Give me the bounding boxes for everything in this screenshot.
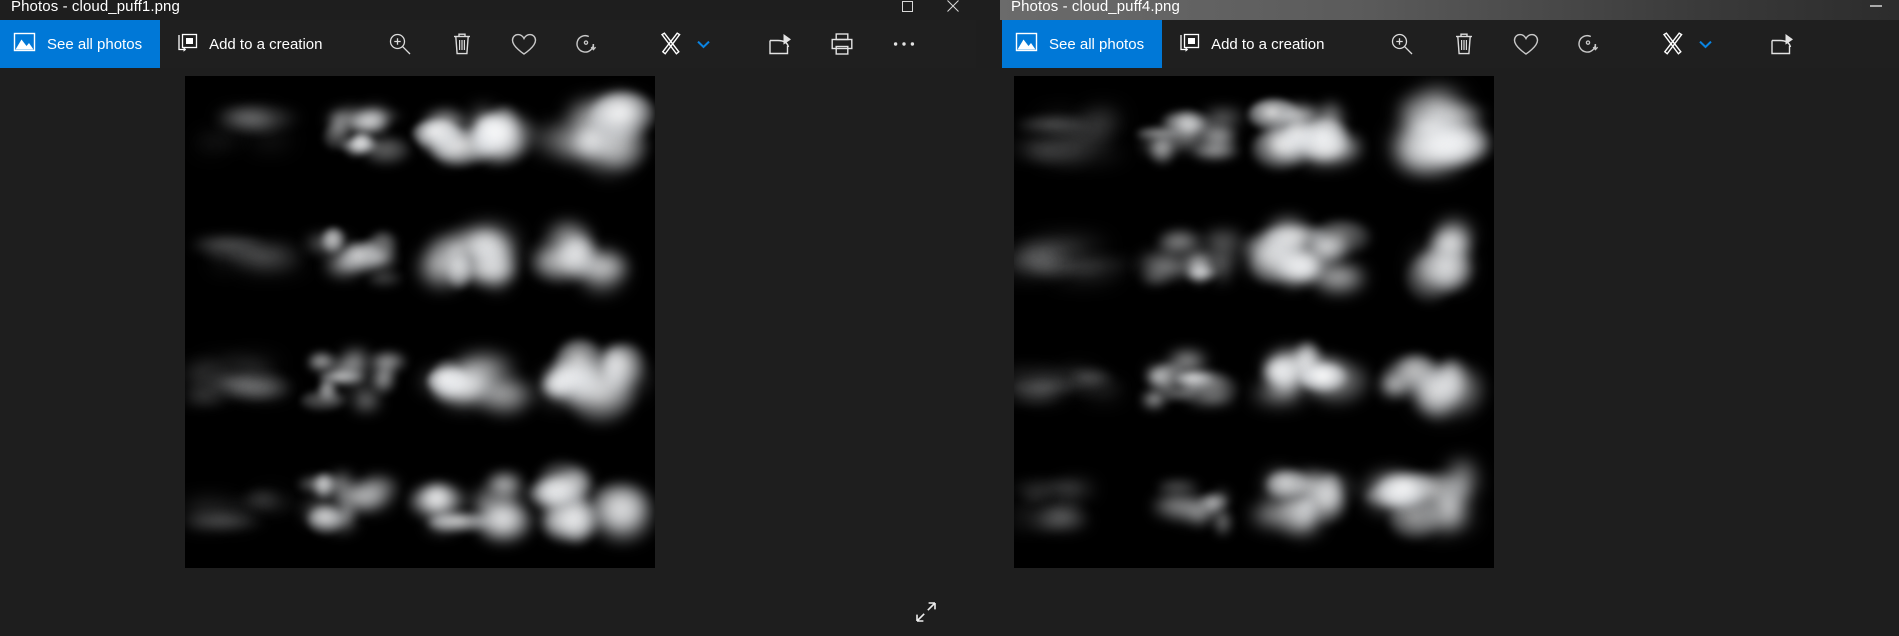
- photos-window-left[interactable]: Photos - cloud_puff1.png See all photos …: [0, 0, 976, 636]
- add-to-creation-icon: [176, 33, 198, 56]
- chevron-down-icon[interactable]: [1691, 20, 1721, 68]
- cloud-brush-thumb: [410, 445, 538, 568]
- cloud-brush-thumb: [537, 322, 656, 445]
- toolbar-spacer-2: [617, 20, 647, 68]
- photo-canvas-right[interactable]: [1000, 68, 1899, 636]
- window-title-right: Photos - cloud_puff4.png: [1011, 0, 1180, 15]
- toolbar-spacer-2: [1619, 20, 1649, 68]
- cloud-brush-thumb: [530, 76, 655, 199]
- cloud-brush-thumb: [185, 76, 303, 199]
- titlebar-left[interactable]: Photos - cloud_puff1.png: [0, 0, 976, 20]
- cloud-brush-thumb: [185, 199, 313, 322]
- cloud-brush-thumb: [527, 445, 656, 568]
- rotate-icon[interactable]: [1557, 20, 1619, 68]
- photos-collection-icon: [13, 32, 36, 55]
- cloud-brush-thumb: [1374, 76, 1494, 199]
- window-controls-right: [1853, 0, 1899, 20]
- heart-icon[interactable]: [1495, 20, 1557, 68]
- cloud-brush-thumb: [303, 199, 421, 322]
- add-to-creation-icon: [1178, 33, 1200, 56]
- cloud-brush-thumb: [1014, 445, 1134, 568]
- photos-window-right[interactable]: Photos - cloud_puff4.png See all photos …: [1000, 0, 1899, 636]
- window-title-left: Photos - cloud_puff1.png: [11, 0, 180, 15]
- cloud-brush-grid-left: [185, 76, 655, 568]
- add-to-creation-label: Add to a creation: [1211, 35, 1325, 53]
- more-options-icon[interactable]: [873, 20, 935, 68]
- add-to-creation-button[interactable]: Add to a creation: [160, 20, 338, 68]
- cloud-brush-thumb: [420, 322, 538, 445]
- print-icon[interactable]: [811, 20, 873, 68]
- delete-icon[interactable]: [1433, 20, 1495, 68]
- cloud-brush-thumb: [298, 445, 421, 568]
- toolbar-left[interactable]: See all photos Add to a creation: [0, 20, 976, 68]
- cloud-brush-thumb: [1134, 322, 1254, 445]
- rotate-icon[interactable]: [555, 20, 617, 68]
- desktop: Photos - cloud_puff1.png See all photos …: [0, 0, 1899, 636]
- add-to-creation-label: Add to a creation: [209, 35, 323, 53]
- maximize-button[interactable]: [884, 0, 930, 20]
- edit-create-icon[interactable]: [1649, 20, 1697, 68]
- photo-canvas-left[interactable]: [0, 68, 976, 636]
- toolbar-spacer-3: [1721, 20, 1751, 68]
- cloud-brush-thumb: [185, 322, 303, 445]
- cloud-brush-thumb: [1134, 445, 1254, 568]
- close-button[interactable]: [930, 0, 976, 20]
- cloud-brush-thumb: [1250, 445, 1374, 568]
- window-controls-left: [884, 0, 976, 20]
- see-all-photos-button[interactable]: See all photos: [0, 20, 161, 68]
- delete-icon[interactable]: [431, 20, 493, 68]
- see-all-photos-label: See all photos: [47, 35, 143, 53]
- see-all-photos-button-right[interactable]: See all photos: [1002, 20, 1163, 68]
- zoom-in-icon[interactable]: [1371, 20, 1433, 68]
- heart-icon[interactable]: [493, 20, 555, 68]
- photo-bottom-bar-left: [0, 592, 976, 636]
- cloud-brush-thumb: [1248, 76, 1374, 199]
- fullscreen-icon[interactable]: [914, 600, 938, 629]
- toolbar-right[interactable]: See all photos Add to a creation: [1000, 20, 1899, 68]
- share-icon[interactable]: [1751, 20, 1813, 68]
- cloud-brush-thumb: [299, 322, 421, 445]
- cloud-brush-thumb: [1374, 199, 1494, 322]
- share-icon[interactable]: [749, 20, 811, 68]
- cloud-brush-thumb: [1134, 199, 1254, 322]
- cloud-brush-thumb: [1374, 322, 1494, 445]
- see-all-photos-label: See all photos: [1049, 35, 1145, 53]
- cloud-brush-thumb: [1253, 322, 1374, 445]
- cloud-brush-thumb: [1364, 445, 1494, 568]
- photo-image-left[interactable]: [185, 76, 655, 568]
- add-to-creation-button-right[interactable]: Add to a creation: [1162, 20, 1340, 68]
- cloud-brush-thumb: [1134, 76, 1254, 199]
- cloud-brush-thumb: [1014, 76, 1134, 199]
- cloud-brush-thumb: [185, 445, 305, 568]
- titlebar-right[interactable]: Photos - cloud_puff4.png: [1000, 0, 1899, 20]
- cloud-brush-grid-right: [1014, 76, 1494, 568]
- cloud-brush-thumb: [303, 76, 421, 199]
- cloud-brush-thumb: [411, 76, 538, 199]
- cloud-brush-thumb: [1014, 199, 1140, 322]
- cloud-brush-thumb: [1240, 199, 1375, 322]
- cloud-brush-thumb: [419, 199, 538, 322]
- photo-image-right[interactable]: [1014, 76, 1494, 568]
- edit-create-icon[interactable]: [647, 20, 695, 68]
- cloud-brush-thumb: [528, 199, 656, 322]
- zoom-in-icon[interactable]: [369, 20, 431, 68]
- cloud-brush-thumb: [1014, 322, 1134, 445]
- chevron-down-icon[interactable]: [689, 20, 719, 68]
- minimize-button[interactable]: [1853, 0, 1899, 20]
- photos-collection-icon: [1015, 32, 1038, 55]
- toolbar-spacer-3: [719, 20, 749, 68]
